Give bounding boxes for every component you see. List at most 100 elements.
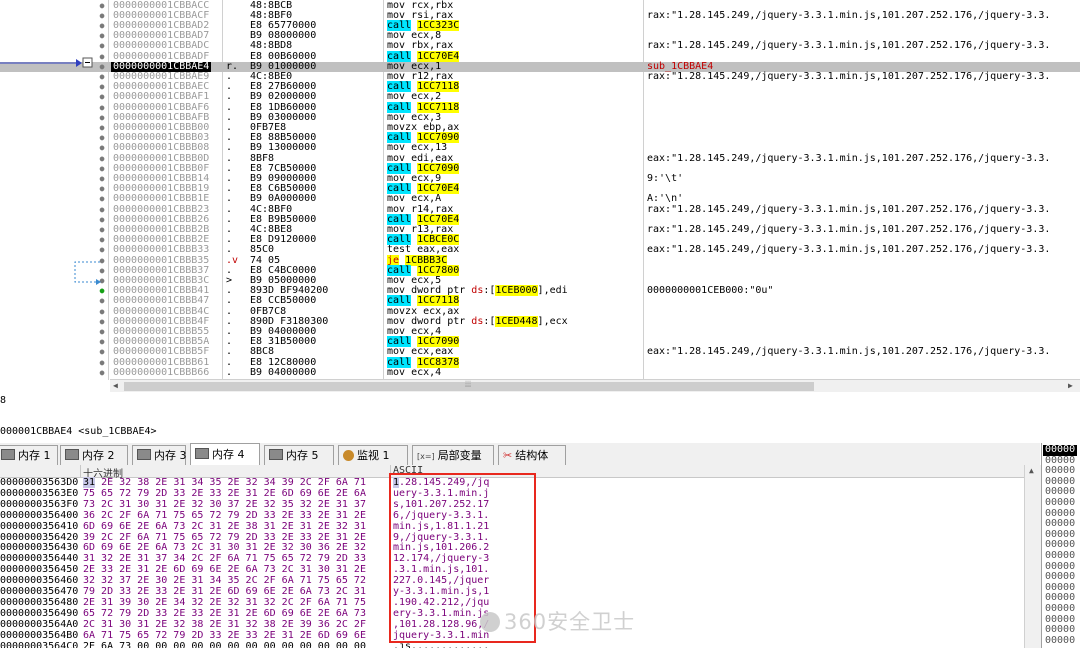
stack-view[interactable]: 00000 00000 00000 00000 00000 00000 00000 00000… (1041, 443, 1080, 648)
instruction-address[interactable]: 0000000001CBBB66 (113, 367, 209, 378)
instruction-bytes[interactable]: E8 CCB50000 (250, 296, 316, 306)
dump-address[interactable]: 00000003564A0 (0, 619, 78, 631)
instruction-comment[interactable]: rax:"1.28.145.249,/jquery-3.3.1.min.js,1… (647, 71, 1050, 82)
grip-icon: ⦙⦙⦙ (465, 380, 472, 390)
stack-address[interactable]: 00000 (1043, 444, 1078, 456)
variable-icon: [x=] (417, 452, 435, 461)
branch-target: 1CEB000 (495, 285, 538, 297)
breakpoint-dot-icon[interactable]: ● (99, 1, 105, 11)
breakpoint-dot-icon[interactable]: ● (99, 286, 105, 296)
tab-label: 内存 4 (212, 448, 245, 461)
info-line-1: 8 (0, 395, 7, 406)
dump-hex-bytes[interactable]: 36 2C 2F 6A 71 75 65 72 79 2D 33 2E 33 2… (83, 510, 366, 522)
instruction-text[interactable]: mov ecx,eax (387, 347, 453, 357)
disasm-row[interactable]: ● 0000000001CBBB5F. 8BC8 mov ecx,eax eax:"1.… (0, 347, 1080, 357)
instruction-text[interactable]: mov ecx,4 (387, 366, 442, 378)
tab-3[interactable]: 内存 3 (132, 445, 187, 465)
dump-address[interactable]: 0000000356410 (0, 521, 78, 533)
memory-icon (195, 448, 209, 459)
disasm-row[interactable]: ● 0000000001CBBB08. B9 13000000 mov ecx,13 (0, 143, 1080, 153)
horizontal-scrollbar[interactable]: ◀ ⦙⦙⦙ ▶ (110, 379, 1080, 392)
tab-label: 内存 2 (82, 449, 115, 462)
memory-icon (137, 449, 151, 460)
instruction-address[interactable]: 0000000001CBBADC (113, 41, 209, 51)
scroll-right-icon[interactable]: ▶ (1068, 381, 1073, 390)
tab-1[interactable]: 内存 1 (0, 445, 58, 465)
branch-marker: . (226, 193, 233, 205)
stack-address[interactable]: 00000 (1045, 497, 1075, 509)
disasm-row[interactable]: ● 0000000001CBBAF1. B9 02000000 mov ecx,2 (0, 92, 1080, 102)
operand: ],edi (537, 285, 568, 297)
instruction-bytes[interactable]: B9 13000000 (250, 143, 316, 153)
breakpoint-dot-icon[interactable]: ● (99, 327, 105, 337)
breakpoint-dot-icon[interactable]: ● (99, 368, 105, 378)
stack-address[interactable]: 00000 (1045, 635, 1075, 647)
instruction-address[interactable]: 0000000001CBBB47 (113, 296, 209, 306)
breakpoint-dot-icon[interactable]: ● (99, 11, 105, 21)
stack-address[interactable]: 00000 (1045, 603, 1075, 615)
instruction-comment[interactable]: 0000000001CEB000:"0u" (647, 285, 773, 296)
dump-hex-bytes[interactable]: 2E 6A 73 00 00 00 00 00 00 00 00 00 00 0… (83, 641, 366, 648)
tab-5[interactable]: 内存 5 (264, 445, 334, 465)
tab-4[interactable]: 内存 4 (190, 443, 260, 466)
tab-7[interactable]: [x=] 局部变量 (412, 445, 494, 465)
dump-vertical-scrollbar[interactable]: ▲ (1024, 465, 1041, 648)
breakpoint-dot-icon[interactable]: ● (99, 296, 105, 306)
breakpoint-dot-icon[interactable]: ● (99, 358, 105, 368)
breakpoint-dot-icon[interactable]: ● (99, 347, 105, 357)
breakpoint-dot-icon[interactable]: ● (99, 337, 105, 347)
dump-hex-bytes[interactable]: 2C 31 30 31 2E 32 38 2E 31 32 38 2E 39 3… (83, 619, 366, 631)
instruction-address[interactable]: 0000000001CBBB33 (113, 245, 209, 255)
360-logo-icon (480, 612, 500, 632)
dump-address[interactable]: 0000000356400 (0, 510, 78, 522)
tab-6[interactable]: 监视 1 (338, 445, 408, 465)
instruction-address[interactable]: 0000000001CBBAF1 (113, 92, 209, 102)
scroll-left-icon[interactable]: ◀ (113, 381, 118, 390)
breakpoint-dot-icon[interactable]: ● (99, 41, 105, 51)
disasm-row[interactable]: ● 0000000001CBBB66. B9 04000000 mov ecx,4 (0, 366, 1080, 378)
dump-address[interactable]: 00000003564C0 (0, 641, 78, 648)
scroll-up-icon[interactable]: ▲ (1029, 466, 1034, 475)
instruction-bytes[interactable]: B9 0A000000 (250, 194, 316, 204)
breakpoint-dot-icon[interactable]: ● (99, 21, 105, 31)
instruction-comment[interactable]: rax:"1.28.145.249,/jquery-3.3.1.min.js,1… (647, 204, 1050, 215)
instruction-bytes[interactable]: B9 02000000 (250, 92, 316, 102)
breakpoint-dot-icon[interactable]: ● (99, 31, 105, 41)
breakpoint-dot-icon[interactable]: ● (99, 317, 105, 327)
instruction-bytes[interactable]: 8BC8 (250, 347, 274, 357)
disasm-row[interactable]: ● 0000000001CBBADC 48:8BD8 mov rbx,rax rax:"… (0, 41, 1080, 51)
tab-label: 内存 1 (18, 449, 51, 462)
operand: mov ecx,4 (387, 366, 442, 378)
instruction-comment[interactable]: 9:'\t' (647, 173, 683, 184)
tab-2[interactable]: 内存 2 (60, 445, 128, 465)
disasm-row[interactable]: ● 0000000001CBBB47. E8 CCB50000 call 1CC711… (0, 295, 1080, 307)
disasm-row[interactable]: ● 0000000001CBBB33. 85C0 test eax,eax eax:"1… (0, 245, 1080, 255)
instruction-comment[interactable]: rax:"1.28.145.249,/jquery-3.3.1.min.js,1… (647, 224, 1050, 235)
tab-8[interactable]: ✂ 结构体 (498, 445, 566, 465)
instruction-address[interactable]: 0000000001CBBB5F (113, 347, 209, 357)
instruction-bytes[interactable]: B9 04000000 (250, 367, 316, 378)
instruction-comment[interactable]: rax:"1.28.145.249,/jquery-3.3.1.min.js,1… (647, 10, 1050, 21)
disassembly-view[interactable]: ● 0000000001CBBACC 48:8BCB mov rcx,rbx ● 0000… (0, 0, 1080, 392)
info-line-2: 000001CBBAE4 <sub_1CBBAE4> (0, 426, 157, 437)
instruction-comment[interactable]: eax:"1.28.145.249,/jquery-3.3.1.min.js,1… (647, 245, 1050, 255)
instruction-address[interactable]: 0000000001CBBB1E (113, 194, 209, 204)
instruction-text[interactable]: test eax,eax (387, 245, 459, 255)
dump-address[interactable]: 00000003564B0 (0, 630, 78, 642)
dump-hex-bytes[interactable]: 6A 71 75 65 72 79 2D 33 2E 33 2E 31 2E 6… (83, 630, 366, 642)
breakpoint-dot-icon[interactable]: ● (99, 307, 105, 317)
instruction-bytes[interactable]: 85C0 (250, 245, 274, 255)
branch-marker: . (226, 142, 233, 154)
instruction-bytes[interactable]: 48:8BD8 (250, 41, 292, 51)
info-panel: 8 000001CBBAE4 <sub_1CBBAE4> (0, 393, 1080, 443)
disasm-row[interactable]: ● 0000000001CBBB1E. B9 0A000000 mov ecx,A A:… (0, 194, 1080, 204)
instruction-comment[interactable]: A:'\n' (647, 194, 683, 204)
mnemonic: ds (471, 315, 484, 327)
instruction-comment[interactable]: eax:"1.28.145.249,/jquery-3.3.1.min.js,1… (647, 347, 1050, 357)
stack-address[interactable]: 00000 (1045, 550, 1075, 562)
dump-hex-bytes[interactable]: 6D 69 6E 2E 6A 73 2C 31 2E 38 31 2E 31 2… (83, 521, 366, 533)
instruction-text[interactable]: mov rbx,rax (387, 41, 453, 51)
instruction-comment[interactable]: rax:"1.28.145.249,/jquery-3.3.1.min.js,1… (647, 41, 1050, 51)
instruction-address[interactable]: 0000000001CBBB08 (113, 143, 209, 153)
instruction-comment[interactable]: eax:"1.28.145.249,/jquery-3.3.1.min.js,1… (647, 153, 1050, 164)
